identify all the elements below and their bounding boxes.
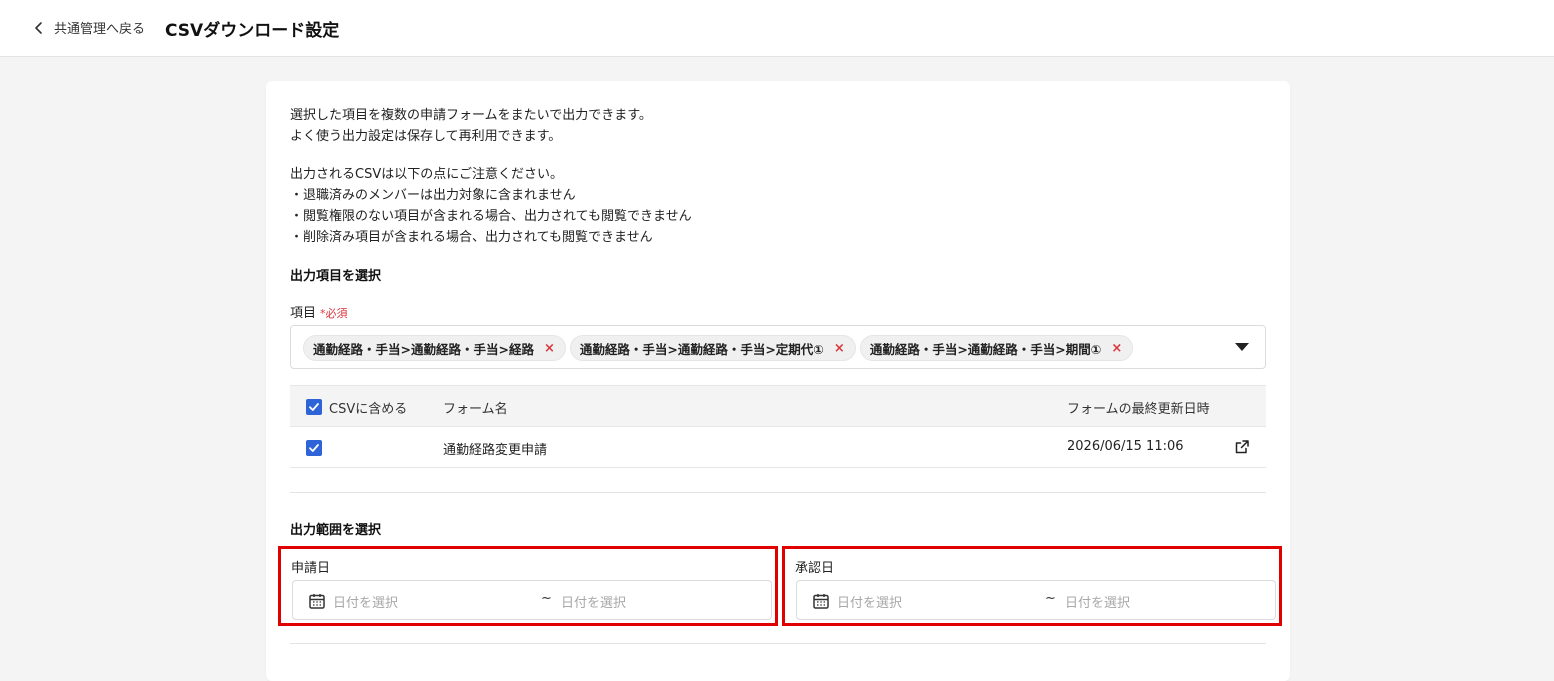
- calendar-icon: [309, 594, 325, 609]
- column-header-include: CSVに含める: [329, 402, 408, 417]
- required-mark: *必須: [320, 307, 348, 320]
- back-label[interactable]: 共通管理へ戻る: [54, 18, 145, 37]
- selected-chip: 通勤経路・手当>通勤経路・手当>経路 ×: [303, 335, 566, 361]
- form-name-cell: 通勤経路変更申請: [443, 443, 548, 458]
- approve-date-start-placeholder[interactable]: 日付を選択: [837, 592, 902, 611]
- chip-label: 通勤経路・手当>通勤経路・手当>経路: [313, 341, 534, 357]
- date-range-separator: ~: [541, 591, 552, 606]
- selected-chip: 通勤経路・手当>通勤経路・手当>期間① ×: [859, 335, 1134, 361]
- range-section-title: 出力範囲を選択: [290, 523, 382, 538]
- note-item: ・削除済み項目が含まれる場合、出力されても閲覧できません: [290, 230, 653, 245]
- note-item: ・退職済みのメンバーは出力対象に含まれません: [290, 188, 576, 203]
- select-all-checkbox[interactable]: [306, 399, 322, 415]
- notes-text: 出力されるCSVは以下の点にご注意ください。 ・退職済みのメンバーは出力対象に含…: [290, 164, 692, 248]
- row-checkbox[interactable]: [306, 440, 322, 456]
- approve-date-label: 承認日: [795, 561, 835, 576]
- check-icon: [309, 444, 319, 452]
- settings-card: 選択した項目を複数の申請フォームをまたいで出力できます。 よく使う出力設定は保存…: [266, 81, 1290, 681]
- check-icon: [309, 403, 319, 411]
- notes-heading: 出力されるCSVは以下の点にご注意ください。: [290, 167, 563, 182]
- dropdown-caret-icon[interactable]: [1235, 343, 1249, 351]
- column-header-updated: フォームの最終更新日時: [1067, 402, 1210, 417]
- intro-line: 選択した項目を複数の申請フォームをまたいで出力できます。: [290, 108, 652, 123]
- item-section-title: 出力項目を選択: [290, 269, 382, 284]
- external-link-icon[interactable]: [1234, 439, 1250, 455]
- intro-text: 選択した項目を複数の申請フォームをまたいで出力できます。 よく使う出力設定は保存…: [290, 105, 652, 147]
- back-link[interactable]: 共通管理へ戻る: [32, 18, 145, 37]
- item-label-text: 項目: [290, 306, 317, 321]
- table-header: CSVに含める フォーム名 フォームの最終更新日時: [290, 385, 1266, 427]
- updated-cell: 2026/06/15 11:06: [1067, 439, 1184, 454]
- form-table: CSVに含める フォーム名 フォームの最終更新日時 通勤経路変更申請 2026/…: [290, 385, 1266, 468]
- apply-date-end-placeholder[interactable]: 日付を選択: [561, 592, 626, 611]
- intro-line: よく使う出力設定は保存して再利用できます。: [290, 129, 562, 144]
- section-divider: [290, 643, 1266, 644]
- note-item: ・閲覧権限のない項目が含まれる場合、出力されても閲覧できません: [290, 209, 692, 224]
- date-range-separator: ~: [1045, 591, 1056, 606]
- chip-label: 通勤経路・手当>通勤経路・手当>期間①: [869, 341, 1102, 357]
- apply-date-start-placeholder[interactable]: 日付を選択: [333, 592, 398, 611]
- chip-remove-icon[interactable]: ×: [834, 341, 845, 356]
- section-divider: [290, 492, 1266, 493]
- apply-date-range-input[interactable]: 日付を選択 ~ 日付を選択: [292, 580, 772, 620]
- chip-remove-icon[interactable]: ×: [544, 341, 555, 356]
- item-field-label: 項目 *必須: [290, 302, 348, 321]
- table-row: 通勤経路変更申請 2026/06/15 11:06: [290, 427, 1266, 468]
- chevron-left-icon: [35, 21, 42, 34]
- selected-chip: 通勤経路・手当>通勤経路・手当>定期代① ×: [569, 335, 856, 361]
- top-bar: 共通管理へ戻る CSVダウンロード設定: [0, 0, 1554, 57]
- apply-date-group: 申請日 日付を選択 ~ 日付を選択: [278, 546, 778, 626]
- chip-label: 通勤経路・手当>通勤経路・手当>定期代①: [579, 341, 824, 357]
- approve-date-group: 承認日 日付を選択 ~ 日付を選択: [782, 546, 1282, 626]
- selected-chips: 通勤経路・手当>通勤経路・手当>経路 × 通勤経路・手当>通勤経路・手当>定期代…: [303, 335, 1134, 361]
- item-multiselect[interactable]: 通勤経路・手当>通勤経路・手当>経路 × 通勤経路・手当>通勤経路・手当>定期代…: [290, 325, 1266, 369]
- calendar-icon: [813, 594, 829, 609]
- chip-remove-icon[interactable]: ×: [1111, 341, 1122, 356]
- approve-date-end-placeholder[interactable]: 日付を選択: [1065, 592, 1130, 611]
- page-title: CSVダウンロード設定: [165, 21, 340, 41]
- column-header-form-name: フォーム名: [443, 402, 508, 417]
- approve-date-range-input[interactable]: 日付を選択 ~ 日付を選択: [796, 580, 1276, 620]
- apply-date-label: 申請日: [291, 561, 331, 576]
